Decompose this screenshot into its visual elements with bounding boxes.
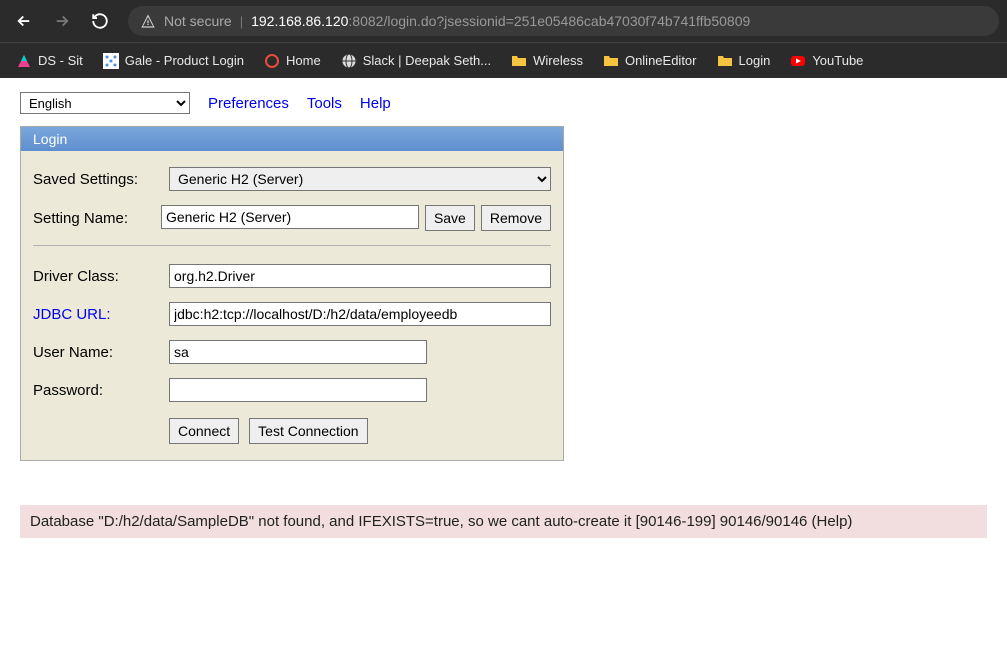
save-button[interactable]: Save	[425, 205, 475, 231]
tools-link[interactable]: Tools	[307, 95, 342, 112]
bookmark-youtube[interactable]: YouTube	[782, 49, 871, 73]
bookmark-login[interactable]: Login	[709, 49, 779, 73]
not-secure-icon	[140, 13, 156, 29]
forward-button[interactable]	[46, 5, 78, 37]
bookmark-ds-sit[interactable]: DS - Sit	[8, 49, 91, 73]
remove-button[interactable]: Remove	[481, 205, 551, 231]
browser-chrome: Not secure | 192.168.86.120:8082/login.d…	[0, 0, 1007, 78]
driver-class-label: Driver Class:	[33, 268, 169, 285]
setting-name-label: Setting Name:	[33, 210, 161, 227]
reload-button[interactable]	[84, 5, 116, 37]
login-body: Saved Settings: Generic H2 (Server) Sett…	[21, 151, 563, 460]
bookmark-icon	[103, 53, 119, 69]
folder-icon	[717, 53, 733, 69]
login-header: Login	[21, 127, 563, 151]
bookmark-icon	[16, 53, 32, 69]
bookmark-onlineeditor[interactable]: OnlineEditor	[595, 49, 705, 73]
url-text: 192.168.86.120:8082/login.do?jsessionid=…	[251, 13, 750, 29]
globe-icon	[341, 53, 357, 69]
saved-settings-label: Saved Settings:	[33, 171, 169, 188]
divider	[33, 245, 551, 246]
top-row: English Preferences Tools Help	[20, 92, 987, 114]
page-content: English Preferences Tools Help Login Sav…	[0, 78, 1007, 552]
url-bar[interactable]: Not secure | 192.168.86.120:8082/login.d…	[128, 6, 999, 36]
bookmark-gale[interactable]: Gale - Product Login	[95, 49, 252, 73]
jdbc-url-label[interactable]: JDBC URL:	[33, 306, 169, 323]
bookmarks-bar: DS - Sit Gale - Product Login Home Slack…	[0, 42, 1007, 78]
bookmark-wireless[interactable]: Wireless	[503, 49, 591, 73]
password-label: Password:	[33, 382, 169, 399]
youtube-icon	[790, 53, 806, 69]
help-link[interactable]: Help	[360, 95, 391, 112]
bookmark-slack[interactable]: Slack | Deepak Seth...	[333, 49, 499, 73]
back-button[interactable]	[8, 5, 40, 37]
driver-class-input[interactable]	[169, 264, 551, 288]
user-name-input[interactable]	[169, 340, 427, 364]
bookmark-home[interactable]: Home	[256, 49, 329, 73]
folder-icon	[511, 53, 527, 69]
language-select[interactable]: English	[20, 92, 190, 114]
folder-icon	[603, 53, 619, 69]
password-input[interactable]	[169, 378, 427, 402]
preferences-link[interactable]: Preferences	[208, 95, 289, 112]
test-connection-button[interactable]: Test Connection	[249, 418, 367, 444]
login-panel: Login Saved Settings: Generic H2 (Server…	[20, 126, 564, 461]
not-secure-label: Not secure	[164, 13, 232, 29]
user-name-label: User Name:	[33, 344, 169, 361]
jdbc-url-input[interactable]	[169, 302, 551, 326]
nav-bar: Not secure | 192.168.86.120:8082/login.d…	[0, 0, 1007, 42]
setting-name-input[interactable]	[161, 205, 419, 229]
saved-settings-select[interactable]: Generic H2 (Server)	[169, 167, 551, 191]
connect-button[interactable]: Connect	[169, 418, 239, 444]
bookmark-icon	[264, 53, 280, 69]
error-message: Database "D:/h2/data/SampleDB" not found…	[20, 505, 987, 538]
